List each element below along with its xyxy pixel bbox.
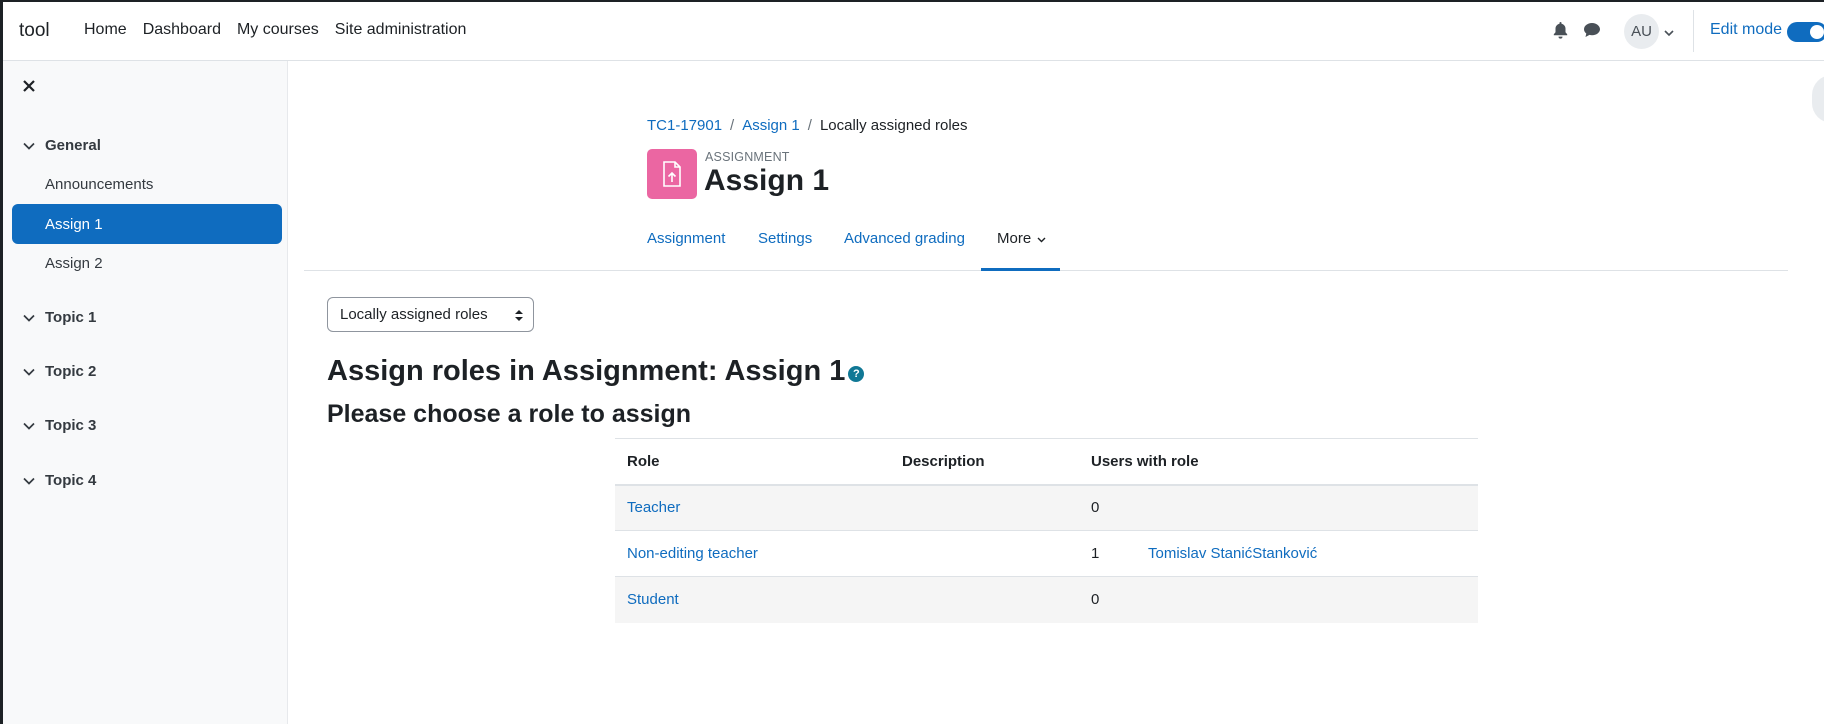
role-link-student[interactable]: Student: [627, 591, 679, 608]
section-title: Topic 2: [45, 363, 97, 380]
role-link-non-editing-teacher[interactable]: Non-editing teacher: [627, 545, 758, 562]
edit-mode-label[interactable]: Edit mode: [1710, 21, 1782, 39]
nav-home[interactable]: Home: [84, 21, 127, 39]
secondary-navigation: Assignment Settings Advanced grading Mor…: [304, 221, 1788, 271]
role-page-select-value: Locally assigned roles: [340, 306, 488, 323]
table-row: Non-editing teacher 1 Tomislav StanićStan…: [615, 530, 1478, 577]
assign-roles-heading: Assign roles in Assignment: Assign 1 ?: [327, 355, 865, 388]
column-header-users-with-role: Users with role: [1079, 438, 1478, 486]
block-drawer-toggle[interactable]: [1812, 75, 1824, 123]
column-header-description: Description: [890, 438, 1079, 486]
activity-type-label: ASSIGNMENT: [705, 150, 790, 164]
select-arrows-icon: [515, 310, 523, 321]
site-brand[interactable]: tool: [19, 20, 50, 42]
drawer-item-assign-1[interactable]: Assign 1: [12, 204, 282, 244]
help-icon[interactable]: ?: [848, 365, 865, 382]
breadcrumb: TC1-17901 / Assign 1 / Locally assigned …: [647, 117, 968, 134]
assign-roles-heading-text: Assign roles in Assignment: Assign 1: [327, 355, 846, 387]
section-topic-1[interactable]: Topic 1: [22, 309, 96, 326]
nav-dashboard[interactable]: Dashboard: [143, 21, 221, 39]
chevron-down-icon: [23, 422, 35, 430]
breadcrumb-current: Locally assigned roles: [819, 117, 968, 134]
roles-table: Role Description Users with role Teacher…: [615, 438, 1478, 623]
table-header-row: Role Description Users with role: [615, 438, 1478, 486]
close-drawer-icon[interactable]: [22, 79, 36, 93]
tab-more[interactable]: More: [997, 230, 1046, 247]
assignment-file-upload-icon: [647, 149, 697, 199]
chevron-down-icon: [23, 142, 35, 150]
role-page-select[interactable]: Locally assigned roles: [327, 297, 534, 332]
tab-advanced-grading[interactable]: Advanced grading: [844, 230, 965, 247]
description-cell: [890, 484, 1079, 531]
user-count: 0: [1091, 499, 1100, 517]
breadcrumb-separator: /: [807, 117, 812, 134]
users-cell: 0: [1079, 484, 1478, 531]
drawer-item-assign-2[interactable]: Assign 2: [45, 255, 103, 272]
user-menu-chevron-down-icon[interactable]: [1664, 24, 1674, 41]
users-cell: 1 Tomislav StanićStanković: [1079, 530, 1478, 577]
description-cell: [890, 576, 1079, 623]
role-cell: Student: [615, 576, 890, 623]
primary-navigation: Home Dashboard My courses Site administr…: [84, 21, 482, 39]
role-cell: Teacher: [615, 484, 890, 531]
nav-my-courses[interactable]: My courses: [237, 21, 319, 39]
navbar-icons: [1550, 20, 1614, 40]
section-topic-3[interactable]: Topic 3: [22, 417, 96, 434]
table-row: Student 0: [615, 576, 1478, 623]
description-cell: [890, 530, 1079, 577]
user-count: 1: [1091, 545, 1100, 562]
role-cell: Non-editing teacher: [615, 530, 890, 577]
top-navbar: tool Home Dashboard My courses Site admi…: [0, 0, 1824, 61]
course-index-drawer: General Announcements Assign 1 Assign 2 …: [0, 61, 288, 724]
window-left-edge: [0, 0, 3, 724]
tab-more-label: More: [997, 230, 1032, 247]
user-count: 0: [1091, 591, 1100, 609]
chevron-down-icon: [1037, 237, 1046, 243]
section-topic-2[interactable]: Topic 2: [22, 363, 96, 380]
user-link[interactable]: Tomislav StanićStanković: [1148, 545, 1317, 562]
breadcrumb-separator: /: [730, 117, 735, 134]
nav-site-administration[interactable]: Site administration: [335, 21, 467, 39]
role-link-teacher[interactable]: Teacher: [627, 499, 680, 516]
tab-assignment[interactable]: Assignment: [647, 230, 725, 247]
breadcrumb-activity[interactable]: Assign 1: [742, 117, 800, 134]
section-title: General: [45, 137, 101, 154]
notifications-bell-icon[interactable]: [1550, 20, 1570, 40]
section-title: Topic 4: [45, 472, 97, 489]
messages-chat-icon[interactable]: [1582, 20, 1602, 40]
tab-settings[interactable]: Settings: [758, 230, 812, 247]
chevron-down-icon: [23, 368, 35, 376]
section-general[interactable]: General: [22, 137, 101, 154]
drawer-item-label: Assign 1: [45, 215, 103, 233]
column-header-role: Role: [615, 438, 890, 486]
window-top-edge: [0, 0, 1824, 2]
section-title: Topic 3: [45, 417, 97, 434]
edit-mode-toggle[interactable]: [1787, 22, 1824, 42]
section-title: Topic 1: [45, 309, 97, 326]
table-row: Teacher 0: [615, 484, 1478, 531]
breadcrumb-course[interactable]: TC1-17901: [647, 117, 722, 134]
user-avatar[interactable]: AU: [1624, 14, 1659, 49]
chevron-down-icon: [23, 314, 35, 322]
navbar-divider: [1693, 10, 1694, 52]
choose-role-heading: Please choose a role to assign: [327, 400, 692, 428]
page-title: Assign 1: [704, 164, 830, 197]
users-cell: 0: [1079, 576, 1478, 623]
active-tab-indicator: [981, 268, 1060, 271]
section-topic-4[interactable]: Topic 4: [22, 472, 96, 489]
chevron-down-icon: [23, 477, 35, 485]
drawer-item-announcements[interactable]: Announcements: [45, 176, 153, 193]
